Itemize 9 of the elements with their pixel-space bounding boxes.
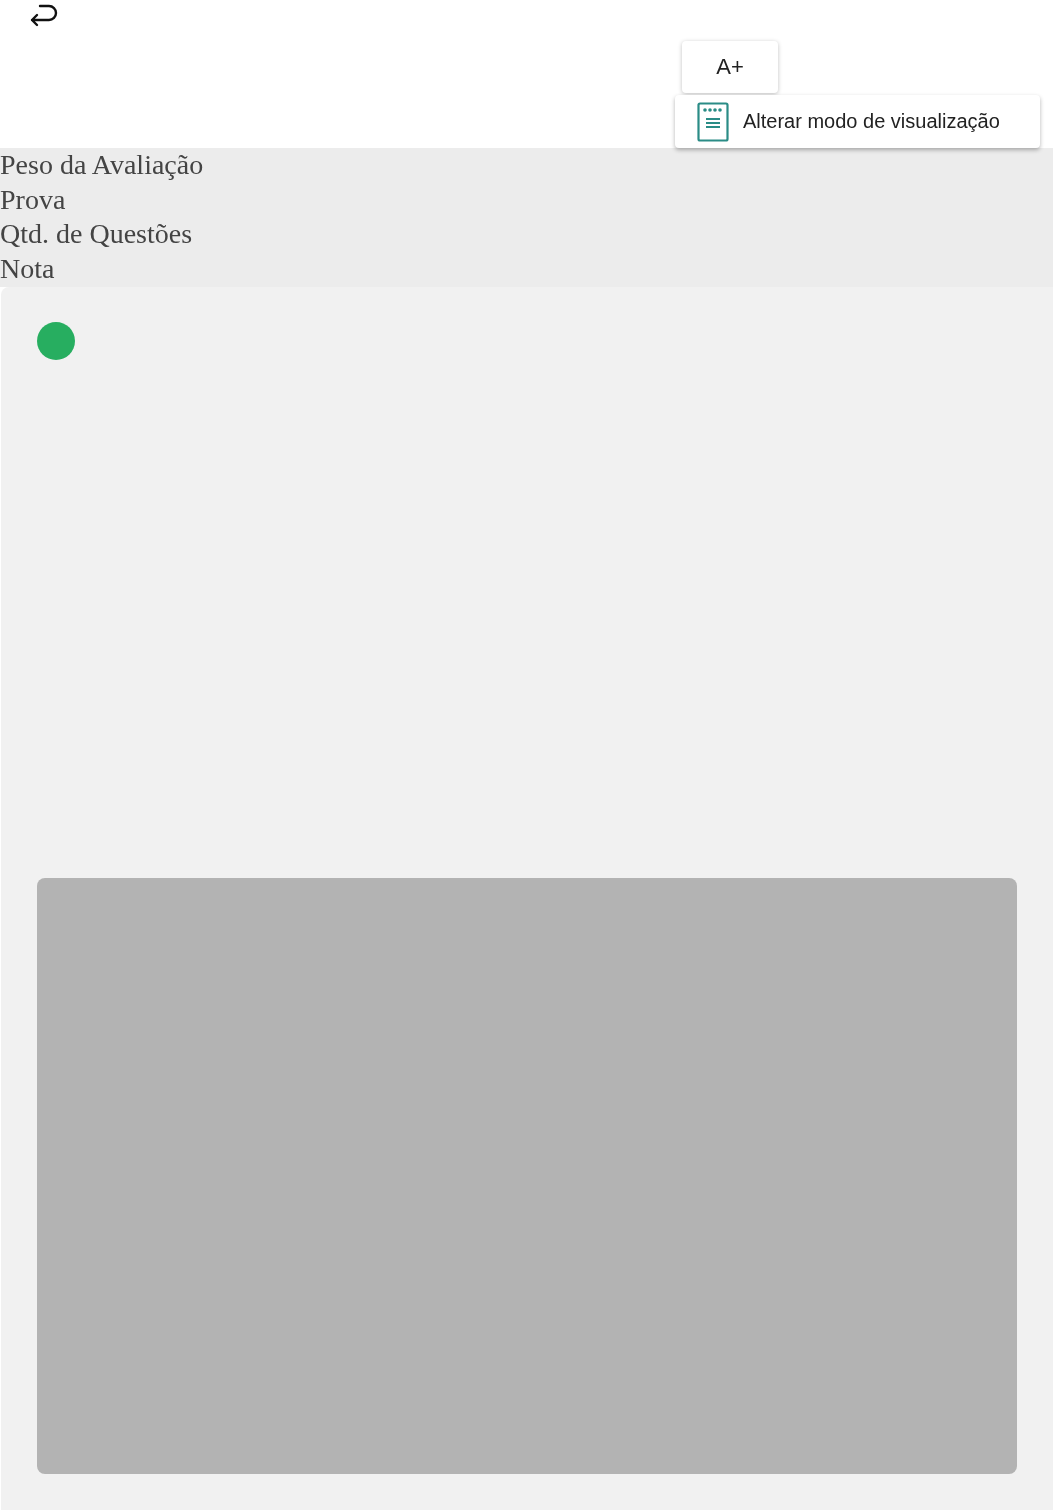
menu-item[interactable]: Alterar modo de visualização (675, 95, 1040, 148)
info-label: Qtd. de Questões (0, 217, 194, 251)
status-dot-icon (37, 322, 75, 360)
info-label: Prova (0, 182, 67, 217)
document-icon (697, 101, 729, 142)
info-label: Peso da Avaliação (0, 148, 205, 182)
font-size-button[interactable]: A+ (682, 41, 778, 93)
back-icon[interactable] (28, 2, 60, 28)
info-label: Nota (0, 251, 56, 286)
